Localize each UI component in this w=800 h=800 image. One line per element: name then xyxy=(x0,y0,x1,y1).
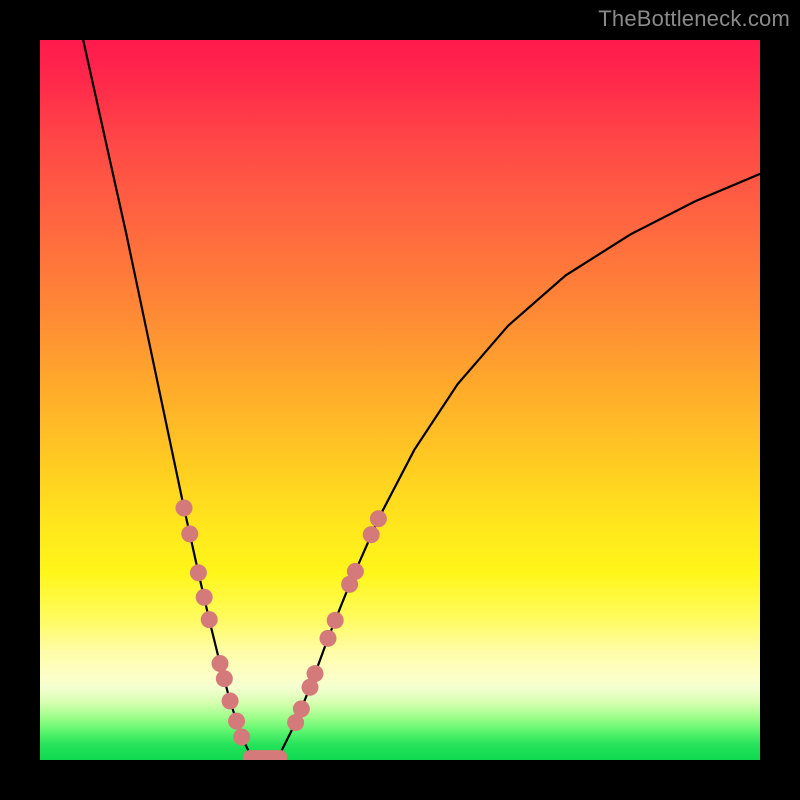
marker-dot xyxy=(307,665,324,682)
trough-marker xyxy=(243,750,287,760)
marker-dot xyxy=(363,526,380,543)
marker-dots-right xyxy=(287,510,387,731)
marker-dots-left xyxy=(176,500,251,746)
curve-left-branch xyxy=(83,40,268,760)
marker-dot xyxy=(320,630,337,647)
marker-dot xyxy=(233,728,250,745)
curve-right-branch xyxy=(268,174,760,760)
marker-dot xyxy=(222,692,239,709)
marker-dot xyxy=(196,589,213,606)
marker-dot xyxy=(327,612,344,629)
curve-layer xyxy=(40,40,760,760)
chart-frame: TheBottleneck.com xyxy=(0,0,800,800)
plot-area xyxy=(40,40,760,760)
marker-dot xyxy=(176,500,193,517)
marker-dot xyxy=(212,655,229,672)
marker-dot xyxy=(228,713,245,730)
marker-dot xyxy=(370,510,387,527)
marker-dot xyxy=(293,700,310,717)
marker-dot xyxy=(216,670,233,687)
marker-dot xyxy=(181,525,198,542)
marker-dot xyxy=(201,611,218,628)
marker-dot xyxy=(347,563,364,580)
marker-dot xyxy=(190,564,207,581)
watermark-text: TheBottleneck.com xyxy=(598,6,790,32)
